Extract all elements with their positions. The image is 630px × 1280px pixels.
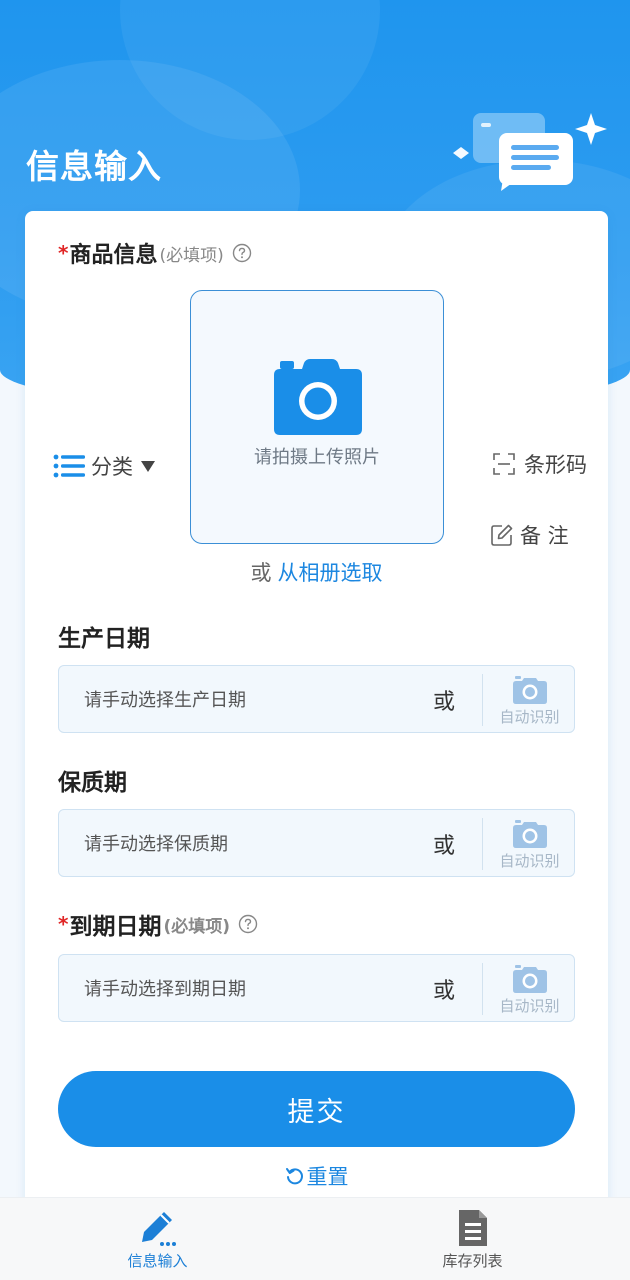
or-text: 或 xyxy=(433,979,456,1004)
or-text: 或 xyxy=(433,690,456,715)
category-label: 分类 xyxy=(91,455,133,479)
barcode-label: 条形码 xyxy=(524,453,587,477)
expiry-date-field[interactable]: 请手动选择到期日期 或 自动识别 xyxy=(58,954,575,1022)
category-dropdown[interactable]: 分类 xyxy=(53,451,157,481)
camera-icon xyxy=(274,359,362,435)
expiry-date-placeholder: 请手动选择到期日期 xyxy=(84,979,246,1000)
production-date-label: 生产日期 xyxy=(58,626,150,652)
scan-icon xyxy=(493,453,515,475)
expiry-date-title: 到期日期 xyxy=(69,914,162,940)
barcode-button[interactable]: 条形码 xyxy=(492,449,587,479)
help-icon[interactable] xyxy=(232,243,252,263)
note-button[interactable]: 备 注 xyxy=(490,520,569,550)
required-mark: * xyxy=(58,912,69,936)
help-icon[interactable] xyxy=(238,914,258,934)
photo-upload-button[interactable]: 请拍摄上传照片 xyxy=(190,290,444,544)
reset-label: 重置 xyxy=(306,1165,349,1189)
reset-button[interactable]: 重置 xyxy=(25,1161,608,1191)
product-info-label: * 商品信息 (必填项) xyxy=(58,237,252,269)
page-title: 信息输入 xyxy=(26,147,162,186)
required-hint: (必填项) xyxy=(159,245,224,266)
refresh-icon xyxy=(285,1168,303,1185)
tab-info-input-label: 信息输入 xyxy=(127,1252,188,1270)
shelf-life-placeholder: 请手动选择保质期 xyxy=(84,834,228,855)
product-info-title: 商品信息 xyxy=(69,243,158,268)
note-label: 备 注 xyxy=(520,524,569,548)
edit-note-icon xyxy=(491,524,513,546)
bottom-tab-bar: 信息输入 库存列表 xyxy=(0,1197,630,1280)
tab-inventory-list-label: 库存列表 xyxy=(442,1252,503,1270)
submit-button[interactable]: 提交 xyxy=(58,1071,575,1147)
required-hint: (必填项) xyxy=(163,916,231,937)
caret-down-icon xyxy=(141,461,155,472)
shelf-life-field[interactable]: 请手动选择保质期 或 自动识别 xyxy=(58,809,575,877)
auto-recognize-label: 自动识别 xyxy=(499,708,560,726)
production-date-placeholder: 请手动选择生产日期 xyxy=(84,690,246,711)
camera-icon xyxy=(513,820,547,848)
album-select-row: 或从相册选取 xyxy=(25,557,608,587)
album-select-link[interactable]: 从相册选取 xyxy=(278,561,383,585)
album-or-text: 或 xyxy=(250,561,272,585)
auto-recognize-button[interactable]: 自动识别 xyxy=(483,955,576,1023)
auto-recognize-button[interactable]: 自动识别 xyxy=(483,810,576,878)
auto-recognize-label: 自动识别 xyxy=(499,997,560,1015)
shelf-life-label: 保质期 xyxy=(58,770,127,796)
auto-recognize-label: 自动识别 xyxy=(499,852,560,870)
production-date-field[interactable]: 请手动选择生产日期 或 自动识别 xyxy=(58,665,575,733)
camera-icon xyxy=(513,965,547,993)
chat-bubbles-icon xyxy=(453,113,607,191)
document-icon xyxy=(458,1210,487,1246)
form-card: * 商品信息 (必填项) 分类 请拍摄上传照片 条形码 备 注 或 从相册选取 … xyxy=(25,211,608,1211)
pencil-icon xyxy=(141,1212,176,1246)
list-icon xyxy=(53,454,85,478)
tab-info-input[interactable]: 信息输入 xyxy=(0,1198,315,1280)
required-mark: * xyxy=(58,241,69,265)
expiry-date-label: * 到期日期 (必填项) xyxy=(58,907,258,941)
auto-recognize-button[interactable]: 自动识别 xyxy=(483,666,576,734)
photo-upload-text: 请拍摄上传照片 xyxy=(254,447,380,468)
or-text: 或 xyxy=(433,834,456,859)
tab-inventory-list[interactable]: 库存列表 xyxy=(315,1198,630,1280)
camera-icon xyxy=(513,676,547,704)
